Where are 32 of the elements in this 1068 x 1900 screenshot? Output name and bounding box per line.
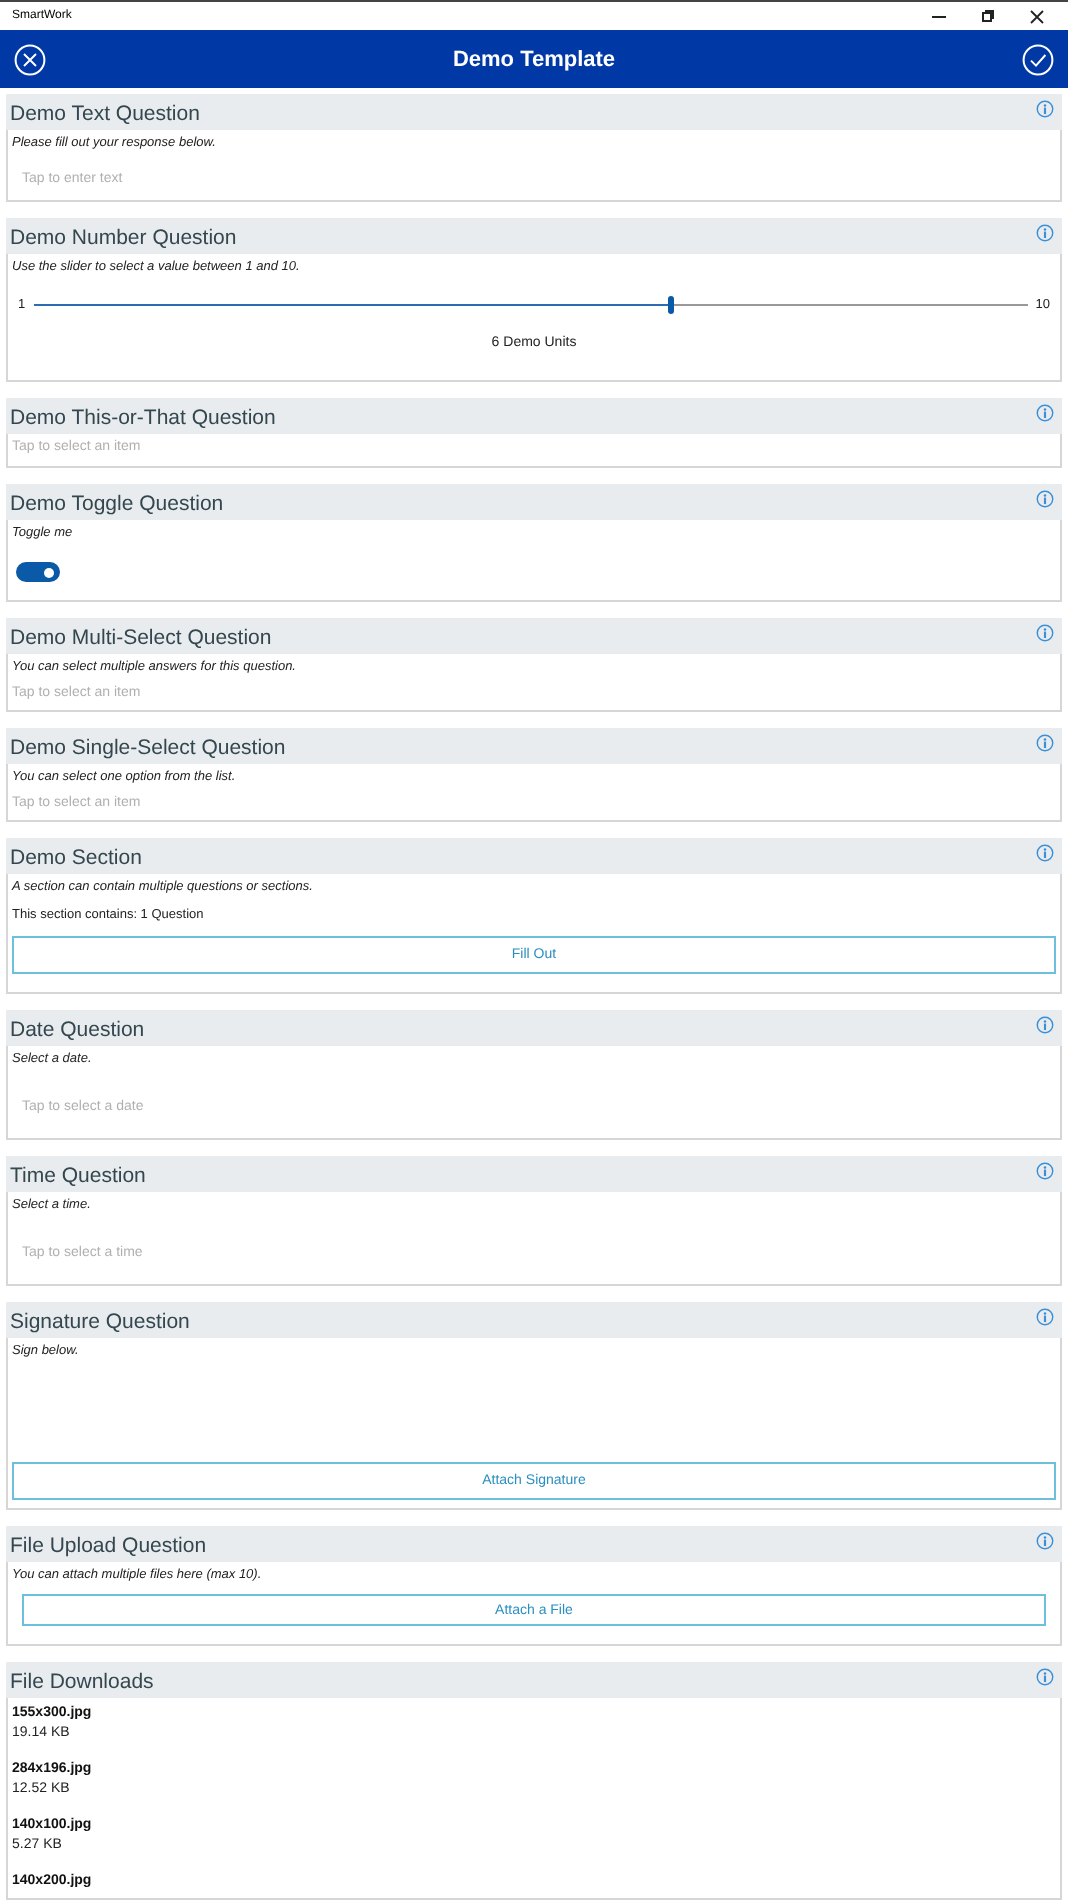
info-icon[interactable] — [1036, 1016, 1054, 1034]
form-title: Demo Template — [452, 47, 616, 72]
info-icon[interactable] — [1036, 624, 1054, 642]
question-title: Demo This-or-That Question — [10, 404, 276, 434]
checkmark-icon[interactable] — [1022, 43, 1054, 76]
toggle-switch[interactable] — [16, 562, 60, 582]
info-icon[interactable] — [1036, 1162, 1054, 1180]
info-icon[interactable] — [1036, 1532, 1054, 1550]
info-icon[interactable] — [1036, 224, 1054, 242]
question-title: File Upload Question — [10, 1532, 207, 1562]
info-icon[interactable] — [1036, 1308, 1054, 1326]
question-title: Demo Text Question — [10, 100, 200, 130]
slider-thumb[interactable] — [667, 296, 674, 314]
info-icon[interactable] — [1036, 404, 1054, 422]
cancel-icon[interactable] — [14, 43, 46, 76]
info-icon[interactable] — [1036, 844, 1054, 862]
info-icon[interactable] — [1036, 1668, 1054, 1686]
question-title: Demo Section — [10, 844, 142, 874]
question-title: Demo Number Question — [10, 224, 237, 254]
question-title: Demo Toggle Question — [10, 490, 224, 520]
question-title: File Downloads — [10, 1668, 154, 1698]
info-icon[interactable] — [1036, 490, 1054, 508]
minimize-icon[interactable] — [932, 15, 946, 18]
close-icon[interactable] — [1030, 9, 1044, 24]
question-title: Demo Multi-Select Question — [10, 624, 272, 654]
question-title: Signature Question — [10, 1308, 190, 1338]
question-title: Time Question — [10, 1162, 146, 1192]
restore-icon[interactable] — [982, 10, 994, 23]
info-icon[interactable] — [1036, 100, 1054, 118]
question-title: Date Question — [10, 1016, 145, 1046]
question-title: Demo Single-Select Question — [10, 734, 286, 764]
info-icon[interactable] — [1036, 734, 1054, 752]
